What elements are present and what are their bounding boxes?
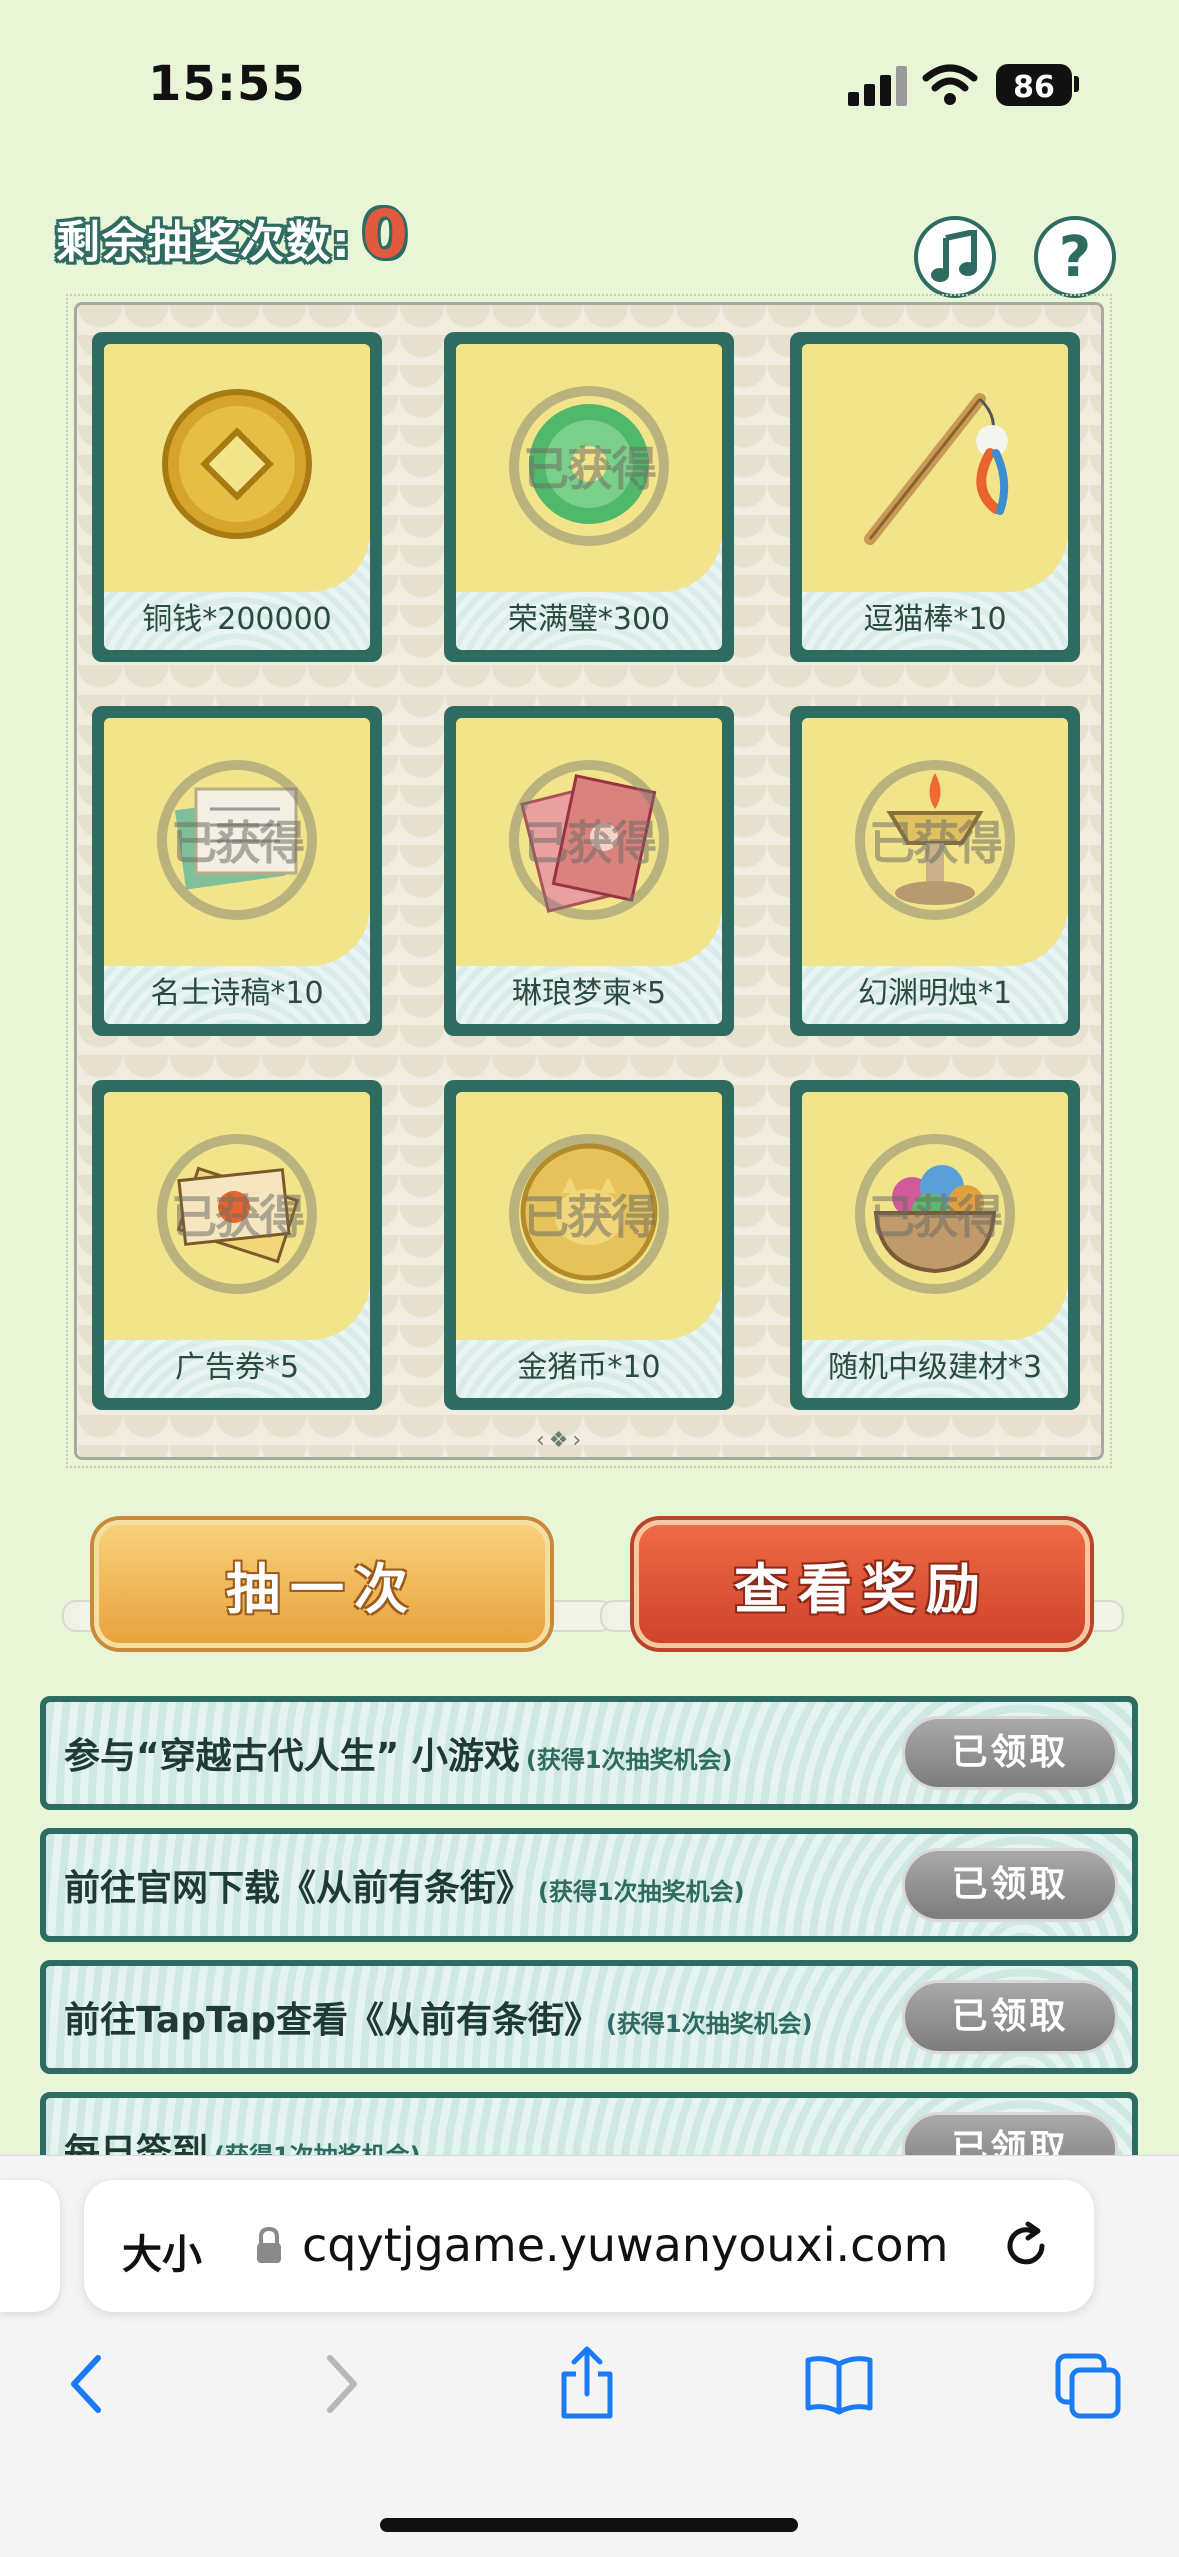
battery-nub xyxy=(1074,76,1079,92)
task-row: 前往TapTap查看《从前有条街》 (获得1次抽奖机会) 已领取 xyxy=(40,1960,1138,2074)
claimed-stamp: 已获得 xyxy=(157,1134,317,1294)
task-note: (获得1次抽奖机会) xyxy=(525,1746,733,1774)
task-note: (获得1次抽奖机会) xyxy=(538,1878,745,1906)
prize-label: 随机中级建材*3 xyxy=(827,1350,1043,1385)
prize-label: 广告券*5 xyxy=(174,1350,300,1385)
task-title: 前往TapTap查看《从前有条街》 xyxy=(64,2000,600,2041)
battery-indicator: 86 xyxy=(996,64,1072,106)
question-mark-icon: ? xyxy=(1058,224,1092,290)
music-toggle-button[interactable] xyxy=(914,216,996,298)
music-note-icon xyxy=(931,230,977,282)
tabs-icon[interactable] xyxy=(1054,2352,1124,2420)
wifi-icon xyxy=(922,64,978,105)
share-icon[interactable] xyxy=(556,2344,618,2422)
bookmarks-icon[interactable] xyxy=(802,2352,876,2416)
board-ornament: ‹❖› xyxy=(536,1428,586,1453)
prize-label: 逗猫棒*10 xyxy=(863,602,1007,637)
text-size-button[interactable]: 大小 xyxy=(122,2222,202,2280)
claimed-stamp: 已获得 xyxy=(855,1134,1015,1294)
prize-card: 逗猫棒*10 xyxy=(790,332,1080,662)
prize-card: 铜钱*200000 xyxy=(92,332,382,662)
task-title: 参与“穿越古代人生” 小游戏 xyxy=(64,1736,520,1777)
task-title: 前往官网下载《从前有条街》 xyxy=(64,1868,533,1909)
prize-card: 已获得 名士诗稿*10 xyxy=(92,706,382,1036)
prize-card: 已获得 琳琅梦柬*5 xyxy=(444,706,734,1036)
home-indicator xyxy=(380,2518,798,2532)
back-icon[interactable] xyxy=(66,2352,106,2416)
prize-label: 金猪币*10 xyxy=(517,1350,661,1385)
claimed-stamp: 已获得 xyxy=(157,760,317,920)
prize-label: 琳琅梦柬*5 xyxy=(511,976,667,1011)
prize-card: 已获得 金猪币*10 xyxy=(444,1080,734,1410)
view-rewards-button[interactable]: 查看奖励 xyxy=(634,1520,1090,1648)
remaining-draws-label: 剩余抽奖次数: xyxy=(56,217,352,268)
prize-label: 铜钱*200000 xyxy=(142,602,332,637)
prize-label: 幻渊明烛*1 xyxy=(857,976,1013,1011)
prize-card: 已获得 荣满璧*300 xyxy=(444,332,734,662)
forward-icon[interactable] xyxy=(322,2352,362,2416)
reload-icon[interactable] xyxy=(1002,2220,1052,2272)
previous-tab-preview[interactable] xyxy=(0,2180,60,2312)
claimed-button[interactable]: 已领取 xyxy=(902,1980,1118,2054)
copper-coin-icon xyxy=(162,389,312,539)
status-time: 15:55 xyxy=(148,56,306,112)
remaining-draws-count: 0 xyxy=(362,196,408,273)
claimed-stamp: 已获得 xyxy=(509,386,669,546)
url-text[interactable]: cqytjgame.yuwanyouxi.com xyxy=(302,2218,948,2272)
cellular-signal-icon xyxy=(848,64,908,106)
prize-card: 已获得 随机中级建材*3 xyxy=(790,1080,1080,1410)
claimed-stamp: 已获得 xyxy=(509,760,669,920)
prize-card: 已获得 幻渊明烛*1 xyxy=(790,706,1080,1036)
task-row: 参与“穿越古代人生” 小游戏 (获得1次抽奖机会) 已领取 xyxy=(40,1696,1138,1810)
claimed-button[interactable]: 已领取 xyxy=(902,1848,1118,1922)
lock-icon xyxy=(257,2226,281,2263)
prize-label: 名士诗稿*10 xyxy=(150,976,324,1011)
task-row: 前往官网下载《从前有条街》 (获得1次抽奖机会) 已领取 xyxy=(40,1828,1138,1942)
prize-label: 荣满璧*300 xyxy=(507,602,671,637)
claimed-stamp: 已获得 xyxy=(509,1134,669,1294)
claimed-button[interactable]: 已领取 xyxy=(902,1716,1118,1790)
claimed-stamp: 已获得 xyxy=(855,760,1015,920)
cat-teaser-icon xyxy=(864,393,1009,545)
task-note: (获得1次抽奖机会) xyxy=(605,2010,813,2038)
draw-once-button[interactable]: 抽一次 xyxy=(94,1520,550,1648)
help-button[interactable]: ? xyxy=(1034,216,1116,298)
prize-card: 已获得 广告券*5 xyxy=(92,1080,382,1410)
